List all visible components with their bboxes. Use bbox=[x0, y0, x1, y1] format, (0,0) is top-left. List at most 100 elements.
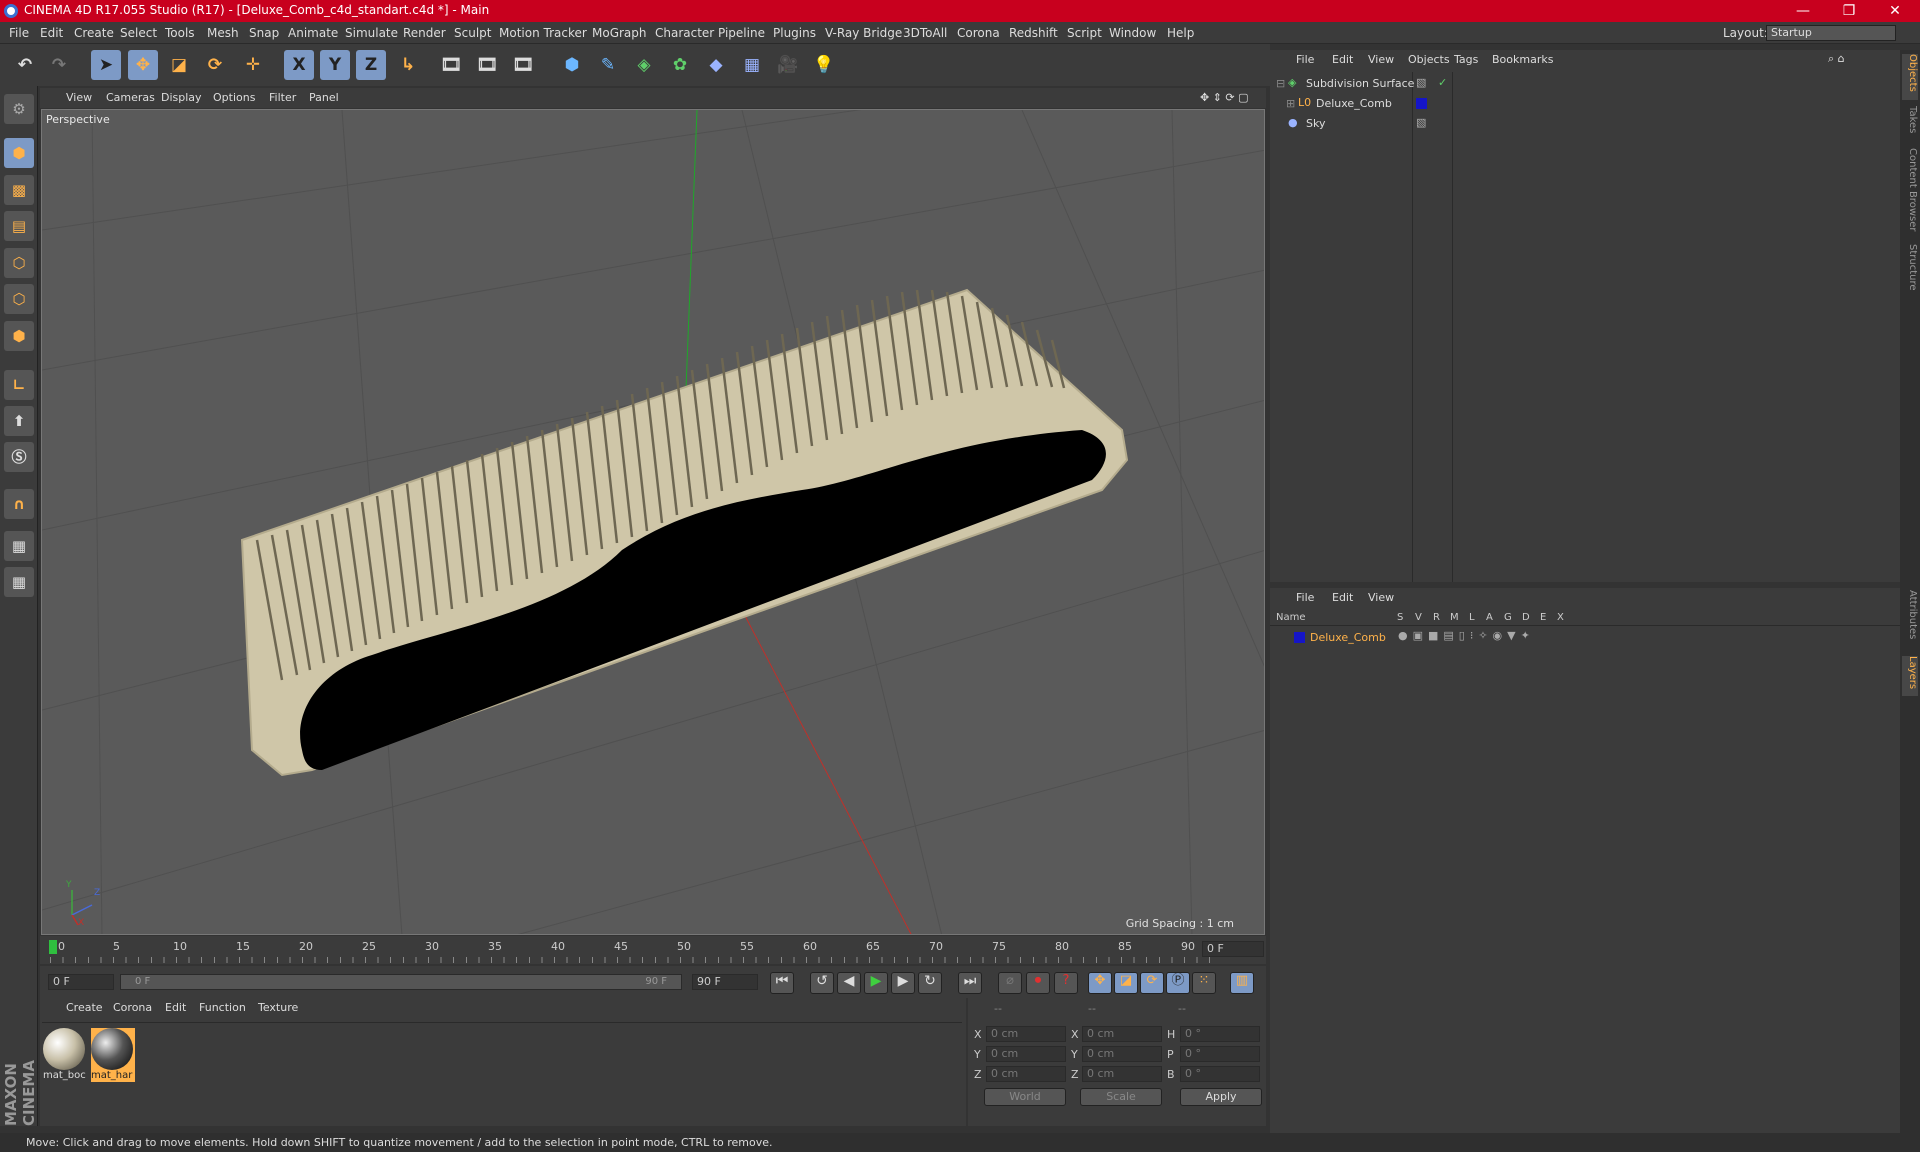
workplane-lock-button[interactable]: ▦ bbox=[4, 531, 34, 561]
snapping-button[interactable]: ∩ bbox=[4, 489, 34, 519]
object-row[interactable]: ● Sky ▧ bbox=[1270, 114, 1900, 134]
menu-script[interactable]: Script bbox=[1067, 26, 1102, 40]
redo-button[interactable]: ↷ bbox=[44, 50, 74, 80]
menu-file[interactable]: File bbox=[9, 26, 29, 40]
rotate-tool-button[interactable]: ⟳ bbox=[200, 50, 230, 80]
timeline-window-button[interactable]: ▥ bbox=[1230, 972, 1254, 994]
position-x-field[interactable]: 0 cm bbox=[986, 1026, 1066, 1042]
go-to-start-button[interactable]: ⏮ bbox=[770, 972, 794, 994]
menu-redshift[interactable]: Redshift bbox=[1009, 26, 1058, 40]
viewport-menu-options[interactable]: Options bbox=[213, 91, 255, 104]
layer-tag-icon[interactable]: ▧ bbox=[1416, 76, 1426, 89]
layer-color-swatch[interactable] bbox=[1416, 98, 1427, 109]
key-position-button[interactable]: ✥ bbox=[1088, 972, 1112, 994]
mat-menu-corona[interactable]: Corona bbox=[113, 1001, 152, 1014]
undo-button[interactable]: ↶ bbox=[10, 50, 40, 80]
cloner-button[interactable]: ✿ bbox=[665, 50, 695, 80]
menu-create[interactable]: Create bbox=[74, 26, 114, 40]
end-frame-field[interactable]: 90 F bbox=[692, 974, 758, 990]
menu-character[interactable]: Character bbox=[655, 26, 714, 40]
subdivision-button[interactable]: ◈ bbox=[629, 50, 659, 80]
layer-tag-icon[interactable]: ▧ bbox=[1416, 116, 1426, 129]
object-row[interactable]: ⊞ L0 Deluxe_Comb bbox=[1270, 94, 1900, 114]
menu-help[interactable]: Help bbox=[1167, 26, 1194, 40]
obj-menu-edit[interactable]: Edit bbox=[1332, 53, 1353, 66]
points-mode-button[interactable]: ⬡ bbox=[4, 248, 34, 278]
perspective-viewport[interactable]: Perspective Y Z X Grid Spacing : 1 cm bbox=[41, 109, 1265, 935]
render-settings-button[interactable]: 🎞 bbox=[508, 50, 538, 80]
menu-3dtoall[interactable]: 3DToAll bbox=[903, 26, 947, 40]
layer-color-swatch[interactable] bbox=[1294, 632, 1305, 643]
viewport-nav-icons[interactable]: ✥ ⇕ ⟳ ▢ bbox=[1200, 91, 1249, 104]
menu-motion-tracker[interactable]: Motion Tracker bbox=[499, 26, 587, 40]
coordinate-system-button[interactable]: ↳ bbox=[393, 50, 423, 80]
tweak-mode-button[interactable]: ⬆ bbox=[4, 406, 34, 436]
object-row[interactable]: ⊟ ◈ Subdivision Surface ▧ ✓ bbox=[1270, 74, 1900, 94]
obj-menu-bookmarks[interactable]: Bookmarks bbox=[1492, 53, 1553, 66]
tab-content-browser[interactable]: Content Browser bbox=[1902, 148, 1918, 236]
tab-layers[interactable]: Layers bbox=[1902, 656, 1918, 696]
size-x-field[interactable]: 0 cm bbox=[1082, 1026, 1162, 1042]
live-selection-button[interactable]: ➤ bbox=[91, 50, 121, 80]
material-swatch[interactable]: mat_boc bbox=[43, 1028, 87, 1082]
size-mode-select[interactable]: Scale bbox=[1080, 1088, 1162, 1106]
make-editable-button[interactable]: ⚙ bbox=[4, 94, 34, 124]
mat-menu-edit[interactable]: Edit bbox=[165, 1001, 186, 1014]
camera-button[interactable]: 🎥 bbox=[773, 50, 803, 80]
auto-keying-button[interactable]: ⏺ bbox=[1026, 972, 1050, 994]
apply-button[interactable]: Apply bbox=[1180, 1088, 1262, 1106]
viewport-menu-display[interactable]: Display bbox=[161, 91, 202, 104]
menu-snap[interactable]: Snap bbox=[249, 26, 279, 40]
layout-select[interactable]: Startup bbox=[1766, 25, 1896, 41]
menu-sculpt[interactable]: Sculpt bbox=[454, 26, 491, 40]
tab-structure[interactable]: Structure bbox=[1902, 244, 1918, 298]
expand-icon[interactable]: ⊞ bbox=[1286, 97, 1295, 110]
workplane-button[interactable]: ▤ bbox=[4, 211, 34, 241]
texture-mode-button[interactable]: ▩ bbox=[4, 175, 34, 205]
edges-mode-button[interactable]: ⬡ bbox=[4, 284, 34, 314]
menu-vray-bridge[interactable]: V-Ray Bridge bbox=[825, 26, 902, 40]
maximize-button[interactable]: ❐ bbox=[1826, 0, 1872, 22]
viewport-menu-view[interactable]: View bbox=[66, 91, 92, 104]
coordinate-space-select[interactable]: World bbox=[984, 1088, 1066, 1106]
layer-menu-file[interactable]: File bbox=[1296, 591, 1314, 604]
rotation-p-field[interactable]: 0 ° bbox=[1180, 1046, 1260, 1062]
position-y-field[interactable]: 0 cm bbox=[986, 1046, 1066, 1062]
deformer-button[interactable]: ◆ bbox=[701, 50, 731, 80]
menu-edit[interactable]: Edit bbox=[40, 26, 63, 40]
axis-mode-button[interactable]: ∟ bbox=[4, 370, 34, 400]
menu-simulate[interactable]: Simulate bbox=[345, 26, 398, 40]
current-frame-field[interactable]: 0 F bbox=[1202, 941, 1264, 957]
light-button[interactable]: 💡 bbox=[809, 50, 839, 80]
play-button[interactable]: ▶ bbox=[864, 972, 888, 994]
scale-tool-button[interactable]: ◪ bbox=[164, 50, 194, 80]
key-rotation-button[interactable]: ⟳ bbox=[1140, 972, 1164, 994]
viewport-menu-cameras[interactable]: Cameras bbox=[106, 91, 155, 104]
model-mode-button[interactable]: ⬢ bbox=[4, 138, 34, 168]
cube-object-button[interactable]: ⬢ bbox=[557, 50, 587, 80]
polygons-mode-button[interactable]: ⬢ bbox=[4, 321, 34, 351]
layer-menu-view[interactable]: View bbox=[1368, 591, 1394, 604]
start-frame-field[interactable]: 0 F bbox=[48, 974, 114, 990]
axis-y-button[interactable]: Y bbox=[320, 50, 350, 80]
render-picture-viewer-button[interactable]: 🎞 bbox=[472, 50, 502, 80]
obj-menu-objects[interactable]: Objects bbox=[1408, 53, 1450, 66]
frame-range-slider[interactable]: 0 F 90 F bbox=[120, 974, 682, 990]
pen-spline-button[interactable]: ✎ bbox=[593, 50, 623, 80]
previous-frame-button[interactable]: ◀ bbox=[837, 972, 861, 994]
axis-z-button[interactable]: Z bbox=[356, 50, 386, 80]
transform-tool-button[interactable]: ✛ bbox=[238, 50, 268, 80]
keyframe-selection-button[interactable]: ? bbox=[1054, 972, 1078, 994]
obj-menu-view[interactable]: View bbox=[1368, 53, 1394, 66]
viewport-menu-filter[interactable]: Filter bbox=[269, 91, 296, 104]
menu-mesh[interactable]: Mesh bbox=[207, 26, 239, 40]
render-view-button[interactable]: 🎞 bbox=[436, 50, 466, 80]
rotation-b-field[interactable]: 0 ° bbox=[1180, 1066, 1260, 1082]
menu-corona[interactable]: Corona bbox=[957, 26, 1000, 40]
move-tool-button[interactable]: ✥ bbox=[128, 50, 158, 80]
tab-objects[interactable]: Objects bbox=[1902, 54, 1918, 100]
mat-menu-texture[interactable]: Texture bbox=[258, 1001, 298, 1014]
menu-animate[interactable]: Animate bbox=[288, 26, 338, 40]
record-keys-button[interactable]: ⌀ bbox=[998, 972, 1022, 994]
tab-takes[interactable]: Takes bbox=[1902, 106, 1918, 142]
